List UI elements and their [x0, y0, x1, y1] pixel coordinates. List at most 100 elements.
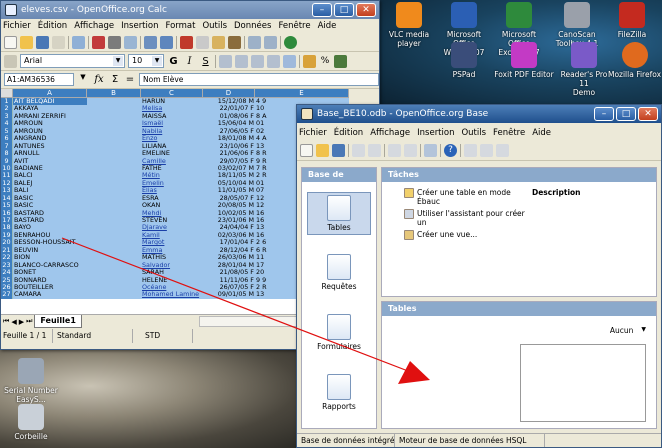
function-wizard-icon[interactable]: fx	[92, 74, 106, 85]
menu-fenetre[interactable]: Fenêtre	[493, 126, 525, 141]
menu-affichage[interactable]: Affichage	[74, 19, 114, 34]
row-header[interactable]: 17	[1, 217, 13, 225]
desktop-icon-firefox[interactable]: Mozilla Firefox	[607, 42, 662, 79]
menu-format[interactable]: Format	[165, 19, 195, 34]
bold-icon[interactable]: G	[167, 56, 180, 67]
row-header[interactable]: 15	[1, 202, 13, 210]
row-header[interactable]: 9	[1, 157, 13, 165]
task-create-view[interactable]: Créer une vue...	[404, 230, 526, 240]
cell-first-name[interactable]: Nabila	[141, 127, 203, 136]
nav-forms[interactable]: Formulaires	[307, 314, 371, 351]
column-header-a[interactable]: A	[13, 89, 87, 97]
desktop-icon-foxit[interactable]: Foxit PDF Editor	[490, 42, 558, 79]
cell-link[interactable]: Océane	[142, 284, 166, 291]
cell-birthdate[interactable]: 11/11/06 F	[203, 276, 255, 284]
cell-first-name[interactable]: MATHIS	[141, 254, 203, 262]
cell-last-name[interactable]: BALI	[13, 187, 87, 195]
nav-queries[interactable]: Requêtes	[307, 254, 371, 291]
print-icon[interactable]	[108, 36, 121, 49]
menu-aide[interactable]: Aide	[318, 19, 337, 34]
first-sheet-icon[interactable]: ⏮	[3, 317, 9, 326]
row-header[interactable]: 4	[1, 120, 13, 128]
cell-empty[interactable]	[87, 105, 141, 113]
cell-empty[interactable]	[87, 98, 141, 106]
cell-last-name[interactable]: BENRAHOU	[13, 231, 87, 240]
justify-icon[interactable]	[267, 54, 280, 68]
cell-last-name[interactable]: BONNARD	[13, 276, 87, 284]
cell-empty[interactable]	[87, 254, 141, 262]
cell-birthdate[interactable]: 23/10/06 F	[203, 142, 255, 151]
cell-last-name[interactable]: AMROUN	[13, 120, 87, 128]
cell-last-name[interactable]: BONET	[13, 269, 87, 277]
cell-first-name[interactable]: Camille	[141, 157, 203, 165]
cell-first-name[interactable]: Kamil	[141, 231, 203, 240]
cell-birthdate[interactable]: 18/01/08 M	[203, 135, 255, 143]
cell-last-name[interactable]: BASTARD	[13, 217, 87, 225]
cell-birthdate[interactable]: 02/03/06 M	[203, 231, 255, 240]
new-document-icon[interactable]	[300, 144, 313, 157]
align-left-icon[interactable]	[219, 54, 232, 68]
row-header[interactable]: 19	[1, 231, 13, 240]
cell-link[interactable]: Margot	[142, 239, 164, 246]
cell-empty[interactable]	[87, 194, 141, 203]
cell-last-name[interactable]: AMROUN	[13, 127, 87, 136]
row-header[interactable]: 10	[1, 164, 13, 173]
copy-icon[interactable]	[352, 144, 365, 157]
menu-fichier[interactable]: Fichier	[3, 19, 31, 34]
cell-birthdate[interactable]: 03/02/07 M	[203, 164, 255, 173]
cell-first-name[interactable]: Elias	[141, 187, 203, 195]
desktop-icon-trash[interactable]: Corbeille	[2, 404, 60, 441]
cell-empty[interactable]	[87, 112, 141, 121]
row-header[interactable]: 2	[1, 105, 13, 113]
styles-icon[interactable]	[4, 54, 17, 68]
menu-insertion[interactable]: Insertion	[417, 126, 454, 141]
cell-link[interactable]: Nabila	[142, 128, 162, 135]
column-header-d[interactable]: D	[203, 89, 255, 97]
cell-birthdate[interactable]: 21/06/06 F	[203, 150, 255, 158]
calc-titlebar[interactable]: eleves.csv - OpenOffice.org Calc – □ ✕	[1, 1, 379, 19]
cell-empty[interactable]	[87, 135, 141, 143]
hyperlink-icon[interactable]	[284, 36, 297, 49]
row-header[interactable]: 7	[1, 142, 13, 151]
form-icon[interactable]	[424, 144, 437, 157]
cell-link[interactable]: Djarave	[142, 224, 167, 231]
export-pdf-icon[interactable]	[92, 36, 105, 49]
cell-first-name[interactable]: Emma	[141, 246, 203, 255]
row-header[interactable]: 22	[1, 254, 13, 262]
menu-donnees[interactable]: Données	[234, 19, 271, 34]
email-icon[interactable]	[52, 36, 65, 49]
number-format-icon[interactable]	[334, 54, 347, 68]
cell-last-name[interactable]: ANTUNES	[13, 142, 87, 151]
menu-affichage[interactable]: Affichage	[370, 126, 410, 141]
row-header[interactable]: 5	[1, 127, 13, 136]
cell-link[interactable]: Emelin	[142, 180, 164, 187]
align-right-icon[interactable]	[251, 54, 264, 68]
cell-empty[interactable]	[87, 120, 141, 128]
cell-first-name[interactable]: OKAN	[141, 202, 203, 210]
redo-icon[interactable]	[264, 36, 277, 49]
close-button[interactable]: ✕	[356, 3, 376, 17]
last-sheet-icon[interactable]: ⏭	[26, 317, 32, 326]
merge-cells-icon[interactable]	[283, 54, 296, 68]
column-header-c[interactable]: C	[141, 89, 203, 97]
cell-last-name[interactable]: BLANCO-CARRASCO	[13, 261, 87, 270]
open-object-icon[interactable]	[464, 144, 477, 157]
cell-empty[interactable]	[87, 283, 141, 292]
cell-empty[interactable]	[87, 276, 141, 284]
cell-last-name[interactable]: CAMARA	[13, 291, 87, 299]
nav-reports[interactable]: Rapports	[307, 374, 371, 411]
cell-birthdate[interactable]: 27/06/05 F	[203, 127, 255, 136]
undo-icon[interactable]	[248, 36, 261, 49]
cell-empty[interactable]	[87, 142, 141, 151]
row-header[interactable]: 20	[1, 239, 13, 247]
cell-first-name[interactable]: STEVEN	[141, 217, 203, 225]
cell-first-name[interactable]: Mohamed Lamine	[141, 291, 203, 299]
cell-birthdate[interactable]: 29/07/05 F	[203, 157, 255, 165]
cell-last-name[interactable]: AMRANI ZERRIFI	[13, 112, 87, 121]
row-header[interactable]: 1	[1, 98, 13, 106]
row-header[interactable]: 6	[1, 135, 13, 143]
cut-icon[interactable]	[180, 36, 193, 49]
equals-icon[interactable]: =	[124, 74, 136, 85]
nav-tables[interactable]: Tables	[307, 192, 371, 235]
cell-empty[interactable]	[87, 127, 141, 136]
